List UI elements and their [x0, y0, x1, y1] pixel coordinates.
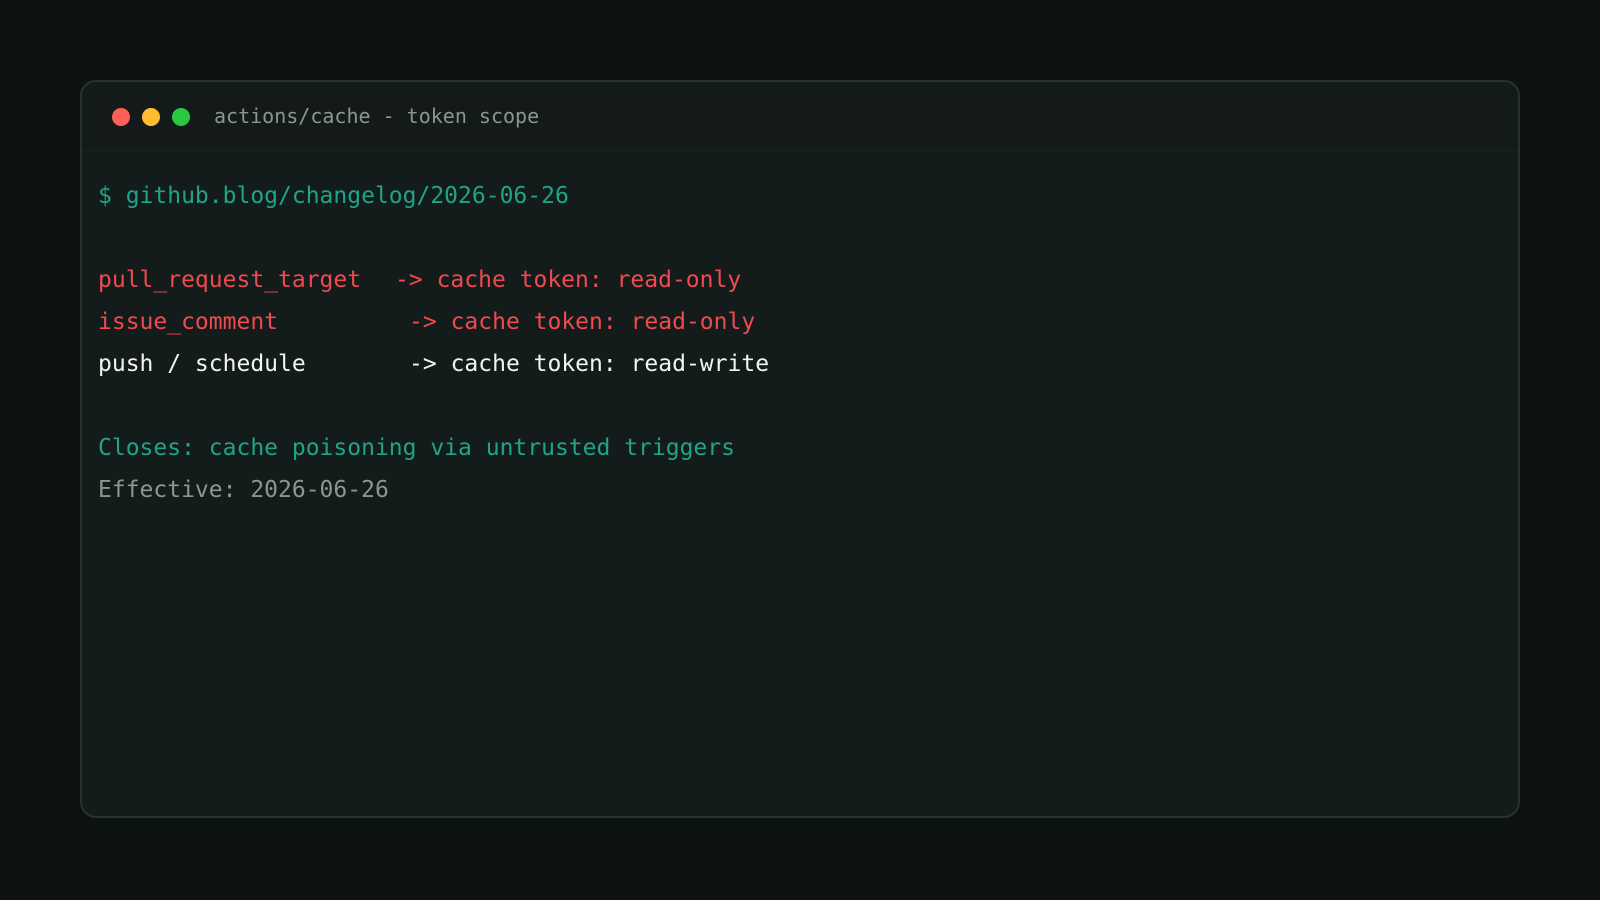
rule-line-pull-request-target: pull_request_target -> cache token: read-… [98, 266, 741, 294]
maximize-window-button[interactable] [172, 108, 190, 126]
rule-trigger: issue_comment [98, 309, 279, 335]
window-title: actions/cache - token scope [214, 104, 540, 128]
title-bar: actions/cache - token scope [82, 82, 1518, 151]
rule-arrow: -> [409, 351, 437, 377]
rule-result: cache token: read-only [436, 267, 742, 293]
rule-arrow: -> [409, 309, 437, 335]
effective-date-line: Effective: 2026-06-26 [98, 477, 389, 503]
close-window-button[interactable] [112, 108, 130, 126]
rule-result: cache token: read-write [450, 351, 770, 377]
rule-line-issue-comment: issue_comment -> cache token: read-only [98, 308, 755, 336]
rule-trigger: pull_request_target [98, 267, 362, 293]
rule-trigger: push / schedule [98, 351, 306, 377]
terminal-window: actions/cache - token scope $ github.blo… [80, 80, 1520, 818]
rule-arrow: -> [395, 267, 423, 293]
rule-line-push-schedule: push / schedule -> cache token: read-writ… [98, 350, 769, 378]
closes-line: Closes: cache poisoning via untrusted tr… [98, 435, 735, 461]
command-line: $ github.blog/changelog/2026-06-26 [98, 183, 569, 209]
minimize-window-button[interactable] [142, 108, 160, 126]
rule-result: cache token: read-only [450, 309, 756, 335]
